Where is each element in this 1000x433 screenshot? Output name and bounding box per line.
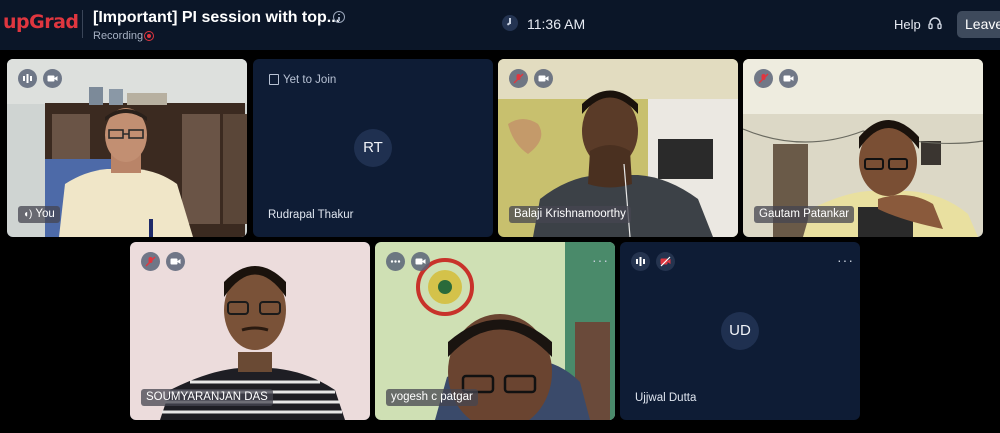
audio-dots-icon — [390, 260, 401, 263]
mic-speaking-button[interactable] — [386, 252, 405, 271]
recording-label: Recording — [93, 30, 144, 42]
participant-tile-yogesh[interactable]: ··· yogesh c patgar — [375, 242, 615, 420]
speaker-icon: ◖) — [23, 209, 33, 220]
camera-off-button[interactable] — [656, 252, 675, 271]
mic-muted-button[interactable] — [141, 252, 160, 271]
session-title: [Important] PI session with top... — [93, 9, 341, 26]
participant-tile-ujjwal[interactable]: ··· UD Ujjwal Dutta — [620, 242, 860, 420]
mic-muted-icon — [145, 256, 156, 267]
camera-icon — [783, 75, 794, 82]
camera-button[interactable] — [166, 252, 185, 271]
camera-icon — [47, 75, 58, 82]
clock-icon — [502, 15, 518, 31]
door-icon — [269, 74, 279, 85]
info-icon[interactable] — [333, 11, 345, 23]
participant-name-tag: ◖) You — [18, 206, 60, 223]
participant-tile-soumyaranjan[interactable]: SOUMYARANJAN DAS — [130, 242, 370, 420]
avatar: RT — [354, 129, 392, 167]
camera-button[interactable] — [779, 69, 798, 88]
mic-muted-button[interactable] — [509, 69, 528, 88]
participant-name: Balaji Krishnamoorthy — [509, 206, 631, 223]
mic-button[interactable] — [18, 69, 37, 88]
headset-icon[interactable] — [928, 16, 942, 30]
camera-button[interactable] — [534, 69, 553, 88]
participant-name: SOUMYARANJAN DAS — [141, 389, 273, 406]
upgrad-logo: upGrad — [3, 11, 79, 33]
mic-muted-icon — [513, 73, 524, 84]
camera-button[interactable] — [43, 69, 62, 88]
participant-name: You — [35, 208, 55, 220]
participant-status: Yet to Join — [283, 74, 337, 86]
avatar: UD — [721, 312, 759, 350]
mic-button[interactable] — [631, 252, 650, 271]
participant-name: Gautam Patankar — [754, 206, 855, 223]
mic-icon — [636, 257, 645, 266]
camera-icon — [415, 258, 426, 265]
mic-muted-icon — [758, 73, 769, 84]
mic-muted-button[interactable] — [754, 69, 773, 88]
camera-button[interactable] — [411, 252, 430, 271]
mic-icon — [23, 74, 32, 83]
participant-tile-rudrapal[interactable]: Yet to Join RT Rudrapal Thakur — [253, 59, 493, 237]
more-options-icon[interactable]: ··· — [592, 253, 609, 267]
top-bar: upGrad [Important] PI session with top..… — [0, 0, 1000, 50]
camera-icon — [170, 258, 181, 265]
help-link[interactable]: Help — [894, 17, 921, 32]
participant-name: yogesh c patgar — [386, 389, 478, 406]
camera-off-icon — [660, 256, 671, 267]
participant-tile-balaji[interactable]: Balaji Krishnamoorthy — [498, 59, 738, 237]
camera-icon — [538, 75, 549, 82]
leave-button[interactable]: Leave — [957, 11, 1000, 38]
participant-name: Ujjwal Dutta — [635, 392, 697, 404]
more-options-icon[interactable]: ··· — [837, 253, 854, 267]
clock-time: 11:36 AM — [527, 16, 586, 32]
participant-tile-gautam[interactable]: Gautam Patankar — [743, 59, 983, 237]
participant-name: Rudrapal Thakur — [268, 209, 354, 221]
divider — [82, 10, 83, 38]
recording-icon — [144, 31, 154, 41]
participant-tile-you[interactable]: ◖) You — [7, 59, 247, 237]
